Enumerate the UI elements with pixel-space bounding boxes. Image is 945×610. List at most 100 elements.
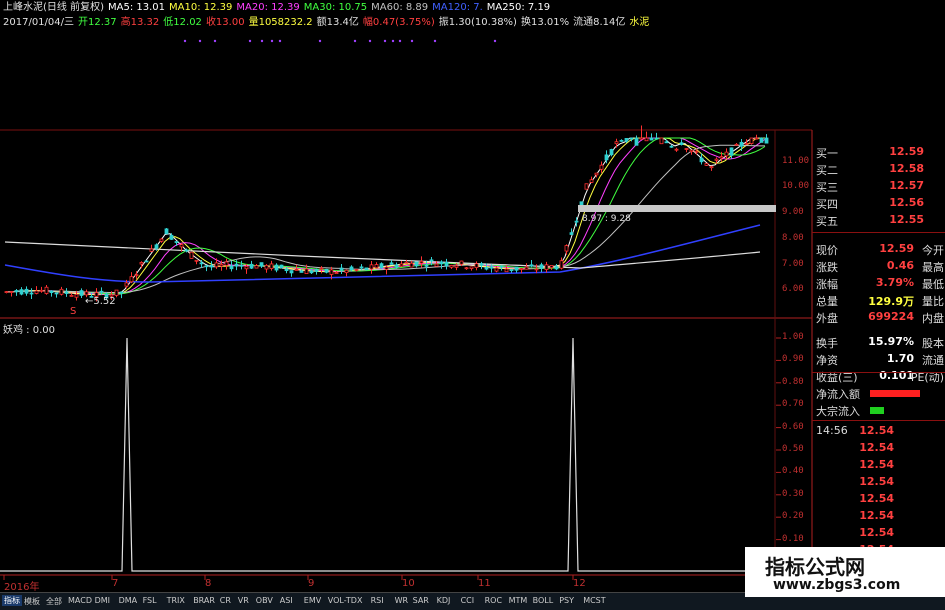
candle-body xyxy=(289,270,294,274)
candle-body xyxy=(529,264,534,267)
tick-row: 12.54 xyxy=(816,508,944,525)
stat-extra-label: 最高 xyxy=(922,261,944,274)
tab-kdj[interactable]: KDJ xyxy=(437,596,451,605)
bid-row: 买二 12.58 xyxy=(816,161,944,178)
stat-value: 12.59 xyxy=(879,242,914,255)
bid-label: 买四 xyxy=(816,198,838,211)
flow-bar xyxy=(870,390,921,397)
signal-dot xyxy=(391,39,395,43)
candle-body xyxy=(54,292,59,295)
candle-body xyxy=(569,232,574,235)
ma-line xyxy=(4,137,766,295)
stat-value: 3.79% xyxy=(875,276,914,289)
candle-body xyxy=(734,143,739,146)
indicator-tick: 0.50 xyxy=(782,444,804,454)
candle-body xyxy=(169,234,174,240)
candle-body xyxy=(559,260,564,269)
candle-body xyxy=(434,263,439,267)
candle-body xyxy=(619,139,624,142)
tab-psy[interactable]: PSY xyxy=(559,596,574,605)
tab-cci[interactable]: CCI xyxy=(461,596,475,605)
tab-fsl[interactable]: FSL xyxy=(143,596,157,605)
candle-body xyxy=(24,288,29,294)
candle-body xyxy=(249,263,254,269)
date-tick: 9 xyxy=(308,578,315,589)
candle-body xyxy=(604,154,609,161)
tab-指标[interactable]: 指标 xyxy=(2,595,22,606)
candle-body xyxy=(74,294,79,298)
signal-dot xyxy=(353,39,357,43)
candle-body xyxy=(279,264,284,269)
tab-emv[interactable]: EMV xyxy=(304,596,321,605)
candle-body xyxy=(99,290,104,293)
candle-body xyxy=(79,290,84,296)
tab-trix[interactable]: TRIX xyxy=(167,596,185,605)
candle-body xyxy=(484,267,489,270)
tick-row: 12.54 xyxy=(816,491,944,508)
tab-rsi[interactable]: RSI xyxy=(371,596,384,605)
tab-dma[interactable]: DMA xyxy=(119,596,138,605)
tab-boll[interactable]: BOLL xyxy=(533,596,554,605)
tab-macd[interactable]: MACD xyxy=(68,596,92,605)
candle-body xyxy=(494,267,499,272)
date-tick: 11 xyxy=(478,578,491,589)
indicator-tick: 0.30 xyxy=(782,488,804,499)
candle-body xyxy=(454,265,459,268)
ma-line xyxy=(4,137,765,295)
stat-value: 0.101 xyxy=(879,369,914,382)
bid-price: 12.57 xyxy=(889,179,924,192)
bid-price: 12.58 xyxy=(889,162,924,175)
candle-body xyxy=(754,137,759,140)
indicator-tick: 0.80 xyxy=(782,376,804,387)
tab-vr[interactable]: VR xyxy=(238,596,249,605)
candle-body xyxy=(29,292,34,295)
stat-value: 699224 xyxy=(868,310,914,323)
tab-asi[interactable]: ASI xyxy=(280,596,293,605)
tab-mcst[interactable]: MCST xyxy=(583,596,605,605)
tab-wr[interactable]: WR xyxy=(395,596,408,605)
tick-row: 12.54 xyxy=(816,423,944,440)
stat-extra-label: 内盘 xyxy=(922,312,944,325)
candle-body xyxy=(179,244,184,248)
candle-body xyxy=(34,290,39,294)
tab-模板[interactable]: 模板 xyxy=(24,596,40,607)
candle-body xyxy=(719,156,724,159)
tab-roc[interactable]: ROC xyxy=(485,596,502,605)
quote-panel: 买一 12.59 买二 12.58 买三 12.57 买四 12.56 买五 12.55 现价 12.… xyxy=(812,140,945,607)
stat-label: 涨幅 xyxy=(816,278,838,291)
bid-label: 买二 xyxy=(816,164,838,177)
candle-body xyxy=(664,141,669,144)
ma-line xyxy=(4,144,765,293)
tab-全部[interactable]: 全部 xyxy=(46,596,62,607)
tab-mtm[interactable]: MTM xyxy=(509,596,528,605)
tab-cr[interactable]: CR xyxy=(220,596,231,605)
candle-body xyxy=(514,266,519,271)
candle-body xyxy=(624,137,629,142)
candle-body xyxy=(4,291,9,293)
date-tick: 2016年 xyxy=(4,582,40,593)
stat-extra-label: 量比 xyxy=(922,295,944,308)
tab-sar[interactable]: SAR xyxy=(413,596,429,605)
date-tick: 12 xyxy=(573,578,586,589)
indicator-tick: 1.00 xyxy=(782,332,804,342)
candle-body xyxy=(244,265,249,270)
bid-row: 买一 12.59 xyxy=(816,144,944,161)
sidebar-divider xyxy=(812,372,945,373)
bid-label: 买五 xyxy=(816,215,838,228)
signal-dot xyxy=(260,39,264,43)
tab-vol-tdx[interactable]: VOL-TDX xyxy=(328,596,363,605)
indicator-tick: 0.90 xyxy=(782,354,804,365)
tab-obv[interactable]: OBV xyxy=(256,596,273,605)
candle-body xyxy=(374,264,379,269)
candle-body xyxy=(714,158,719,161)
watermark-title: 指标公式网 xyxy=(765,555,865,579)
signal-dot xyxy=(213,39,217,43)
signal-dot xyxy=(248,39,252,43)
price-tick: 8.00 xyxy=(782,233,804,243)
tab-brar[interactable]: BRAR xyxy=(193,596,215,605)
tab-dmi[interactable]: DMI xyxy=(95,596,110,605)
candle-body xyxy=(404,261,409,264)
stat-row: 换手 15.97% 股本 xyxy=(816,334,944,351)
stat-value: 0.46 xyxy=(886,259,914,272)
flow-label: 净流入额 xyxy=(816,388,860,401)
